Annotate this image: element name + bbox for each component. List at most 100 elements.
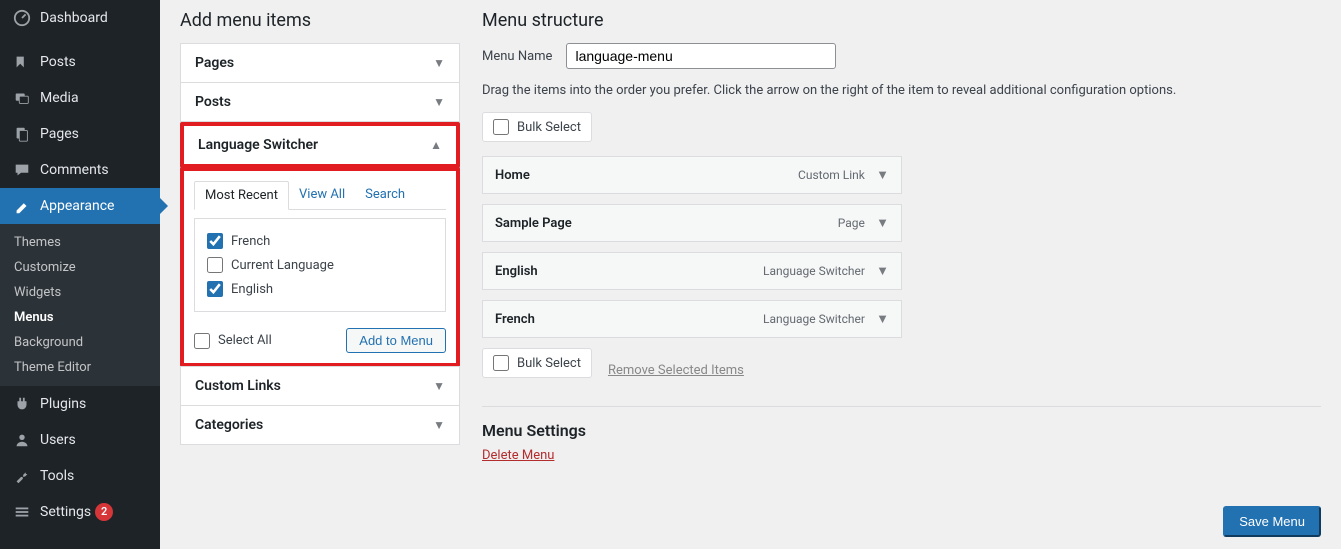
chevron-down-icon[interactable]: ▼ [433, 418, 445, 432]
menu-name-input[interactable] [566, 43, 836, 69]
select-all-row[interactable]: Select All [194, 329, 272, 353]
menu-item-home[interactable]: Home Custom Link ▼ [482, 156, 902, 194]
tab-most-recent[interactable]: Most Recent [194, 181, 289, 210]
menu-item-sample-page[interactable]: Sample Page Page ▼ [482, 204, 902, 242]
tab-view-all[interactable]: View All [289, 181, 355, 209]
chevron-down-icon[interactable]: ▼ [433, 95, 445, 109]
chevron-down-icon[interactable]: ▼ [433, 379, 445, 393]
panel-tabs: Most Recent View All Search [194, 181, 446, 210]
menu-settings-heading: Menu Settings [482, 421, 1321, 440]
sidebar-item-plugins[interactable]: Plugins [0, 386, 160, 422]
select-all-label: Select All [218, 333, 272, 348]
metabox-categories[interactable]: Categories ▼ [180, 406, 460, 445]
metabox-title: Pages [195, 55, 234, 71]
menu-item-type: Language Switcher [763, 264, 865, 278]
lang-option-english[interactable]: English [207, 277, 433, 301]
tab-search[interactable]: Search [355, 181, 415, 209]
sidebar-label: Tools [40, 468, 74, 484]
bulk-select-top[interactable]: Bulk Select [482, 112, 592, 142]
language-list: French Current Language English [194, 218, 446, 312]
sidebar-label: Media [40, 90, 79, 106]
submenu-theme-editor[interactable]: Theme Editor [0, 355, 160, 380]
sidebar-label: Settings [40, 504, 91, 520]
chevron-down-icon[interactable]: ▼ [433, 56, 445, 70]
sidebar-item-settings[interactable]: Settings 2 [0, 494, 160, 530]
structure-description: Drag the items into the order you prefer… [482, 83, 1321, 98]
sidebar-label: Users [40, 432, 76, 448]
sidebar-item-users[interactable]: Users [0, 422, 160, 458]
bulk-select-bottom[interactable]: Bulk Select [482, 348, 592, 378]
submenu-themes[interactable]: Themes [0, 230, 160, 255]
sidebar-label: Plugins [40, 396, 86, 412]
bulk-label: Bulk Select [517, 120, 581, 135]
menu-name-label: Menu Name [482, 49, 552, 64]
main-area: Add menu items Pages ▼ Posts ▼ Language … [160, 0, 1341, 549]
sidebar-item-comments[interactable]: Comments [0, 152, 160, 188]
metabox-language-switcher[interactable]: Language Switcher ▲ [180, 122, 460, 168]
lang-label: English [231, 282, 273, 297]
submenu-background[interactable]: Background [0, 330, 160, 355]
sidebar-item-dashboard[interactable]: Dashboard [0, 0, 160, 36]
checkbox-current-language[interactable] [207, 257, 223, 273]
lang-option-french[interactable]: French [207, 229, 433, 253]
metabox-posts[interactable]: Posts ▼ [180, 83, 460, 122]
sidebar-item-pages[interactable]: Pages [0, 116, 160, 152]
chevron-down-icon[interactable]: ▼ [876, 312, 889, 327]
checkbox-french[interactable] [207, 233, 223, 249]
tools-icon [12, 466, 32, 486]
sidebar-item-media[interactable]: Media [0, 80, 160, 116]
sidebar-item-posts[interactable]: Posts [0, 44, 160, 80]
delete-menu-link[interactable]: Delete Menu [482, 448, 554, 463]
menu-structure-heading: Menu structure [482, 10, 1321, 31]
chevron-down-icon[interactable]: ▼ [876, 216, 889, 231]
chevron-up-icon[interactable]: ▲ [430, 138, 442, 152]
menu-item-title: French [495, 312, 535, 327]
metabox-pages[interactable]: Pages ▼ [180, 43, 460, 83]
save-menu-button[interactable]: Save Menu [1223, 506, 1321, 537]
menu-item-french[interactable]: French Language Switcher ▼ [482, 300, 902, 338]
metabox-custom-links[interactable]: Custom Links ▼ [180, 366, 460, 406]
lang-label: Current Language [231, 258, 334, 273]
add-menu-items-column: Add menu items Pages ▼ Posts ▼ Language … [180, 10, 460, 463]
menu-items-list: Home Custom Link ▼ Sample Page Page ▼ En… [482, 156, 902, 338]
metabox-title: Categories [195, 417, 263, 433]
chevron-down-icon[interactable]: ▼ [876, 168, 889, 183]
sidebar-label: Appearance [40, 198, 114, 214]
settings-badge: 2 [95, 503, 113, 521]
checkbox-select-all[interactable] [194, 333, 210, 349]
lang-label: French [231, 234, 270, 249]
checkbox-bulk-bottom[interactable] [493, 355, 509, 371]
menu-item-title: Sample Page [495, 216, 572, 231]
metabox-title: Posts [195, 94, 231, 110]
submenu-customize[interactable]: Customize [0, 255, 160, 280]
submenu-menus[interactable]: Menus [0, 305, 160, 330]
bulk-label: Bulk Select [517, 356, 581, 371]
submenu-widgets[interactable]: Widgets [0, 280, 160, 305]
settings-icon [12, 502, 32, 522]
checkbox-english[interactable] [207, 281, 223, 297]
appearance-submenu: Themes Customize Widgets Menus Backgroun… [0, 224, 160, 386]
sidebar-label: Pages [40, 126, 79, 142]
sidebar-label: Posts [40, 54, 76, 70]
menu-item-type: Custom Link [798, 168, 865, 182]
media-icon [12, 88, 32, 108]
admin-sidebar: Dashboard Posts Media Pages Comments App… [0, 0, 160, 549]
remove-selected-link[interactable]: Remove Selected Items [608, 363, 744, 378]
chevron-down-icon[interactable]: ▼ [876, 264, 889, 279]
pin-icon [12, 52, 32, 72]
add-items-heading: Add menu items [180, 10, 460, 31]
pages-icon [12, 124, 32, 144]
sidebar-label: Dashboard [40, 10, 108, 26]
metabox-title: Custom Links [195, 378, 281, 394]
sidebar-item-appearance[interactable]: Appearance [0, 188, 160, 224]
lang-option-current[interactable]: Current Language [207, 253, 433, 277]
add-to-menu-button[interactable]: Add to Menu [346, 328, 446, 353]
menu-structure-column: Menu structure Menu Name Drag the items … [482, 10, 1321, 463]
checkbox-bulk-top[interactable] [493, 119, 509, 135]
menu-item-english[interactable]: English Language Switcher ▼ [482, 252, 902, 290]
sidebar-item-tools[interactable]: Tools [0, 458, 160, 494]
appearance-icon [12, 196, 32, 216]
menu-item-type: Page [838, 216, 865, 230]
language-switcher-panel: Most Recent View All Search French Curre… [180, 167, 460, 367]
separator [482, 406, 1321, 407]
